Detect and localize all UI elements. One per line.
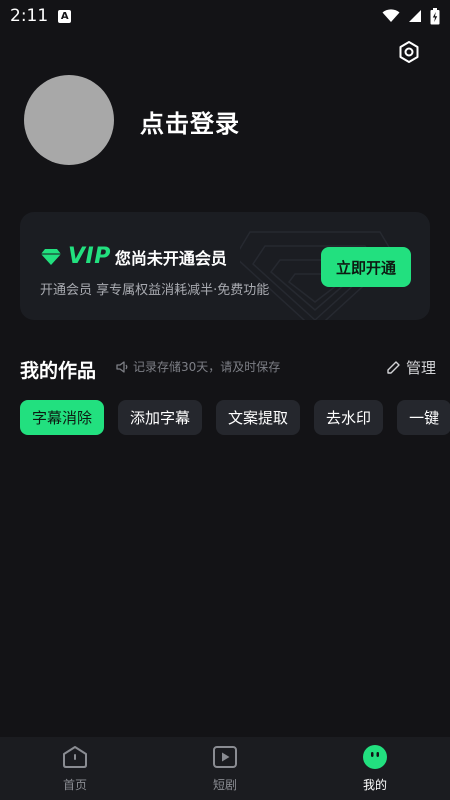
status-bar: 2:11 A	[0, 0, 450, 32]
works-notice: 记录存储30天，请及时保存	[115, 358, 280, 375]
works-title: 我的作品	[20, 360, 97, 382]
works-filter-chips: 字幕消除 添加字幕 文案提取 去水印 一键	[20, 400, 450, 436]
vip-card[interactable]: VIP 您尚未开通会员 开通会员 享专属权益消耗减半·免费功能 立即开通	[20, 212, 430, 320]
battery-icon	[430, 7, 440, 24]
play-icon	[213, 746, 237, 768]
chip-remove-watermark[interactable]: 去水印	[314, 400, 384, 435]
chip-subtitle-removal[interactable]: 字幕消除	[20, 400, 105, 435]
nav-home[interactable]: 首页	[0, 737, 150, 800]
edit-icon	[387, 361, 400, 374]
login-text[interactable]: 点击登录	[140, 104, 240, 139]
nav-short-drama[interactable]: 短剧	[150, 737, 300, 800]
vip-status-text: 您尚未开通会员	[114, 248, 227, 268]
nav-short-drama-label: 短剧	[212, 778, 237, 792]
manage-label: 管理	[406, 359, 437, 377]
diamond-icon	[41, 248, 61, 265]
bottom-nav: 首页 短剧 我的	[0, 737, 450, 800]
profile-face-icon	[363, 745, 387, 769]
app-notification-icon: A	[58, 9, 72, 23]
works-notice-text: 记录存储30天，请及时保存	[133, 360, 281, 374]
chip-one-click[interactable]: 一键	[397, 400, 450, 435]
nav-mine-label: 我的	[362, 778, 387, 792]
status-icons	[382, 7, 440, 25]
home-icon	[63, 746, 87, 768]
manage-button[interactable]: 管理	[386, 357, 436, 378]
nav-mine[interactable]: 我的	[300, 737, 450, 800]
status-time: 2:11	[10, 6, 49, 26]
chip-add-subtitle[interactable]: 添加字幕	[118, 400, 203, 435]
wifi-icon	[382, 9, 400, 22]
chip-text-extract[interactable]: 文案提取	[216, 400, 301, 435]
avatar[interactable]	[24, 75, 114, 165]
vip-title-row: VIP 您尚未开通会员	[40, 244, 227, 269]
vip-description: 开通会员 享专属权益消耗减半·免费功能	[40, 283, 270, 298]
settings-hexagon-icon	[399, 41, 419, 63]
vip-label: VIP	[68, 244, 111, 269]
open-vip-button[interactable]: 立即开通	[321, 247, 411, 287]
settings-button[interactable]	[395, 38, 423, 66]
signal-icon	[409, 10, 421, 22]
nav-home-label: 首页	[62, 778, 87, 792]
speaker-icon	[116, 360, 128, 373]
